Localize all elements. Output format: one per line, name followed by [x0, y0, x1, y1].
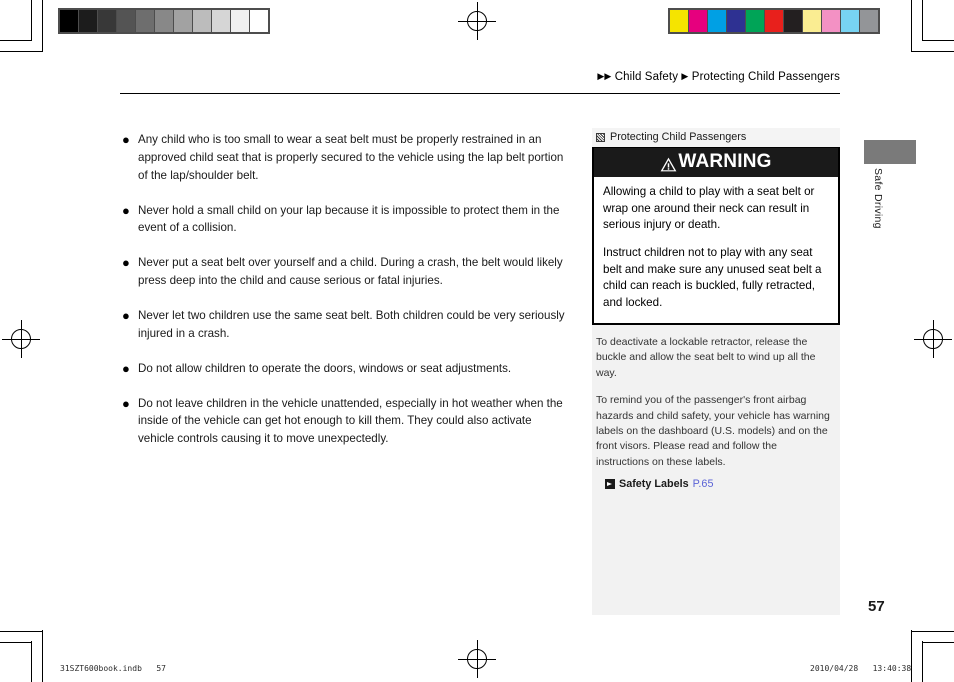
- crop-mark-bottom-right-h2: [923, 642, 954, 643]
- bullet-item: ● Any child who is too small to wear a se…: [122, 131, 570, 185]
- calibration-swatch: [708, 10, 726, 32]
- calibration-swatch: [803, 10, 821, 32]
- calibration-swatch: [727, 10, 745, 32]
- bullet-text: Never put a seat belt over yourself and …: [138, 256, 563, 288]
- calibration-swatch: [860, 10, 878, 32]
- warning-box: WARNING Allowing a child to play with a …: [592, 148, 840, 325]
- breadcrumb-arrow-icon-3: ▶: [681, 71, 689, 81]
- crop-mark-top-left-v2: [31, 0, 32, 41]
- crop-mark-bottom-left-v2: [31, 641, 32, 682]
- calibration-swatch: [117, 10, 135, 32]
- crop-mark-bottom-right-h: [912, 631, 954, 632]
- crop-mark-top-left-h2: [0, 40, 31, 41]
- cross-reference-page[interactable]: P.65: [693, 478, 714, 490]
- bullet-item: ● Do not allow children to operate the do…: [122, 360, 570, 378]
- bullet-dot-icon: ●: [122, 202, 130, 218]
- crop-mark-bottom-right-v: [911, 630, 912, 682]
- warning-paragraph: Instruct children not to play with any s…: [603, 246, 822, 310]
- bullet-item: ● Never let two children use the same sea…: [122, 307, 570, 343]
- bullet-item: ● Never hold a small child on your lap be…: [122, 202, 570, 238]
- crop-mark-bottom-left-h: [0, 631, 42, 632]
- bullet-dot-icon: ●: [122, 255, 130, 271]
- crop-mark-top-left-v: [42, 0, 43, 52]
- bullet-dot-icon: ●: [122, 360, 130, 376]
- crop-mark-top-left-h: [0, 51, 42, 52]
- registration-mark-right: [914, 320, 952, 358]
- calibration-swatch: [174, 10, 192, 32]
- side-tab-label: Safe Driving: [872, 168, 884, 229]
- main-content-column: ● Any child who is too small to wear a se…: [122, 131, 570, 465]
- calibration-swatch: [746, 10, 764, 32]
- calibration-swatch: [784, 10, 802, 32]
- calibration-swatch: [231, 10, 249, 32]
- jump-arrow-icon: [605, 479, 615, 490]
- calibration-swatch: [136, 10, 154, 32]
- sidebar-header-label: Protecting Child Passengers: [610, 131, 747, 143]
- cross-reference-link[interactable]: Safety Labels P.65: [596, 478, 831, 490]
- calibration-swatch: [689, 10, 707, 32]
- sidebar-notes: To deactivate a lockable retractor, rele…: [592, 324, 840, 615]
- crop-mark-top-right-h: [912, 51, 954, 52]
- header-divider: [120, 93, 840, 94]
- registration-mark-left: [2, 320, 40, 358]
- bullet-dot-icon: ●: [122, 132, 130, 147]
- bullet-text: Never hold a small child on your lap bec…: [138, 203, 560, 235]
- warning-paragraph: Allowing a child to play with a seat bel…: [603, 185, 815, 232]
- section-marker-icon: [596, 132, 605, 142]
- calibration-swatch: [60, 10, 78, 32]
- note-list: To deactivate a lockable retractor, rele…: [596, 335, 831, 470]
- bullet-item: ● Do not leave children in the vehicle un…: [122, 395, 570, 449]
- color-calibration-bar: [668, 8, 880, 34]
- bullet-text: Never let two children use the same seat…: [138, 308, 565, 340]
- calibration-swatch: [250, 10, 268, 32]
- calibration-swatch: [193, 10, 211, 32]
- grayscale-calibration-bar: [58, 8, 270, 34]
- page-number: 57: [868, 598, 885, 615]
- note-paragraph: To remind you of the passenger's front a…: [596, 394, 830, 468]
- side-tab-block: [864, 140, 916, 164]
- calibration-swatch: [841, 10, 859, 32]
- bullet-text: Do not leave children in the vehicle una…: [138, 396, 563, 446]
- crop-mark-bottom-right-v2: [922, 641, 923, 682]
- registration-mark-bottom: [458, 640, 496, 678]
- cross-reference-label: Safety Labels: [619, 478, 689, 491]
- bullet-dot-icon: ●: [122, 307, 130, 323]
- crop-mark-bottom-left-h2: [0, 642, 31, 643]
- sidebar-panel: Protecting Child Passengers WARNING Allo…: [592, 128, 840, 615]
- calibration-swatch: [98, 10, 116, 32]
- bullet-dot-icon: ●: [122, 395, 130, 411]
- warning-body: Allowing a child to play with a seat bel…: [594, 177, 838, 323]
- bullet-item: ● Never put a seat belt over yourself and…: [122, 254, 570, 290]
- warning-title-text: WARNING: [678, 151, 772, 172]
- warning-triangle-icon: [660, 156, 677, 171]
- sidebar-section-header: Protecting Child Passengers: [592, 128, 840, 148]
- warning-title-bar: WARNING: [594, 148, 838, 177]
- note-paragraph: To deactivate a lockable retractor, rele…: [596, 335, 816, 379]
- registration-mark-top: [458, 2, 496, 40]
- bullet-text: Any child who is too small to wear a sea…: [138, 133, 564, 182]
- footer-timestamp: 2010/04/28 13:40:38: [810, 664, 912, 673]
- breadcrumb-section[interactable]: Child Safety: [615, 71, 678, 83]
- breadcrumb-subsection[interactable]: Protecting Child Passengers: [692, 71, 840, 83]
- crop-mark-top-right-h2: [923, 40, 954, 41]
- document-page: ▶▶ Child Safety ▶ Protecting Child Passe…: [0, 0, 954, 682]
- breadcrumb-arrow-icon-2: ▶: [604, 71, 612, 81]
- crop-mark-top-right-v2: [922, 0, 923, 41]
- footer-filename: 31SZT600book.indb 57: [60, 664, 166, 673]
- calibration-swatch: [212, 10, 230, 32]
- calibration-swatch: [765, 10, 783, 32]
- calibration-swatch: [822, 10, 840, 32]
- bullet-text: Do not allow children to operate the doo…: [138, 361, 512, 375]
- calibration-swatch: [155, 10, 173, 32]
- breadcrumb: ▶▶ Child Safety ▶ Protecting Child Passe…: [597, 71, 840, 83]
- calibration-swatch: [79, 10, 97, 32]
- crop-mark-bottom-left-v: [42, 630, 43, 682]
- crop-mark-top-right-v: [911, 0, 912, 52]
- calibration-swatch: [670, 10, 688, 32]
